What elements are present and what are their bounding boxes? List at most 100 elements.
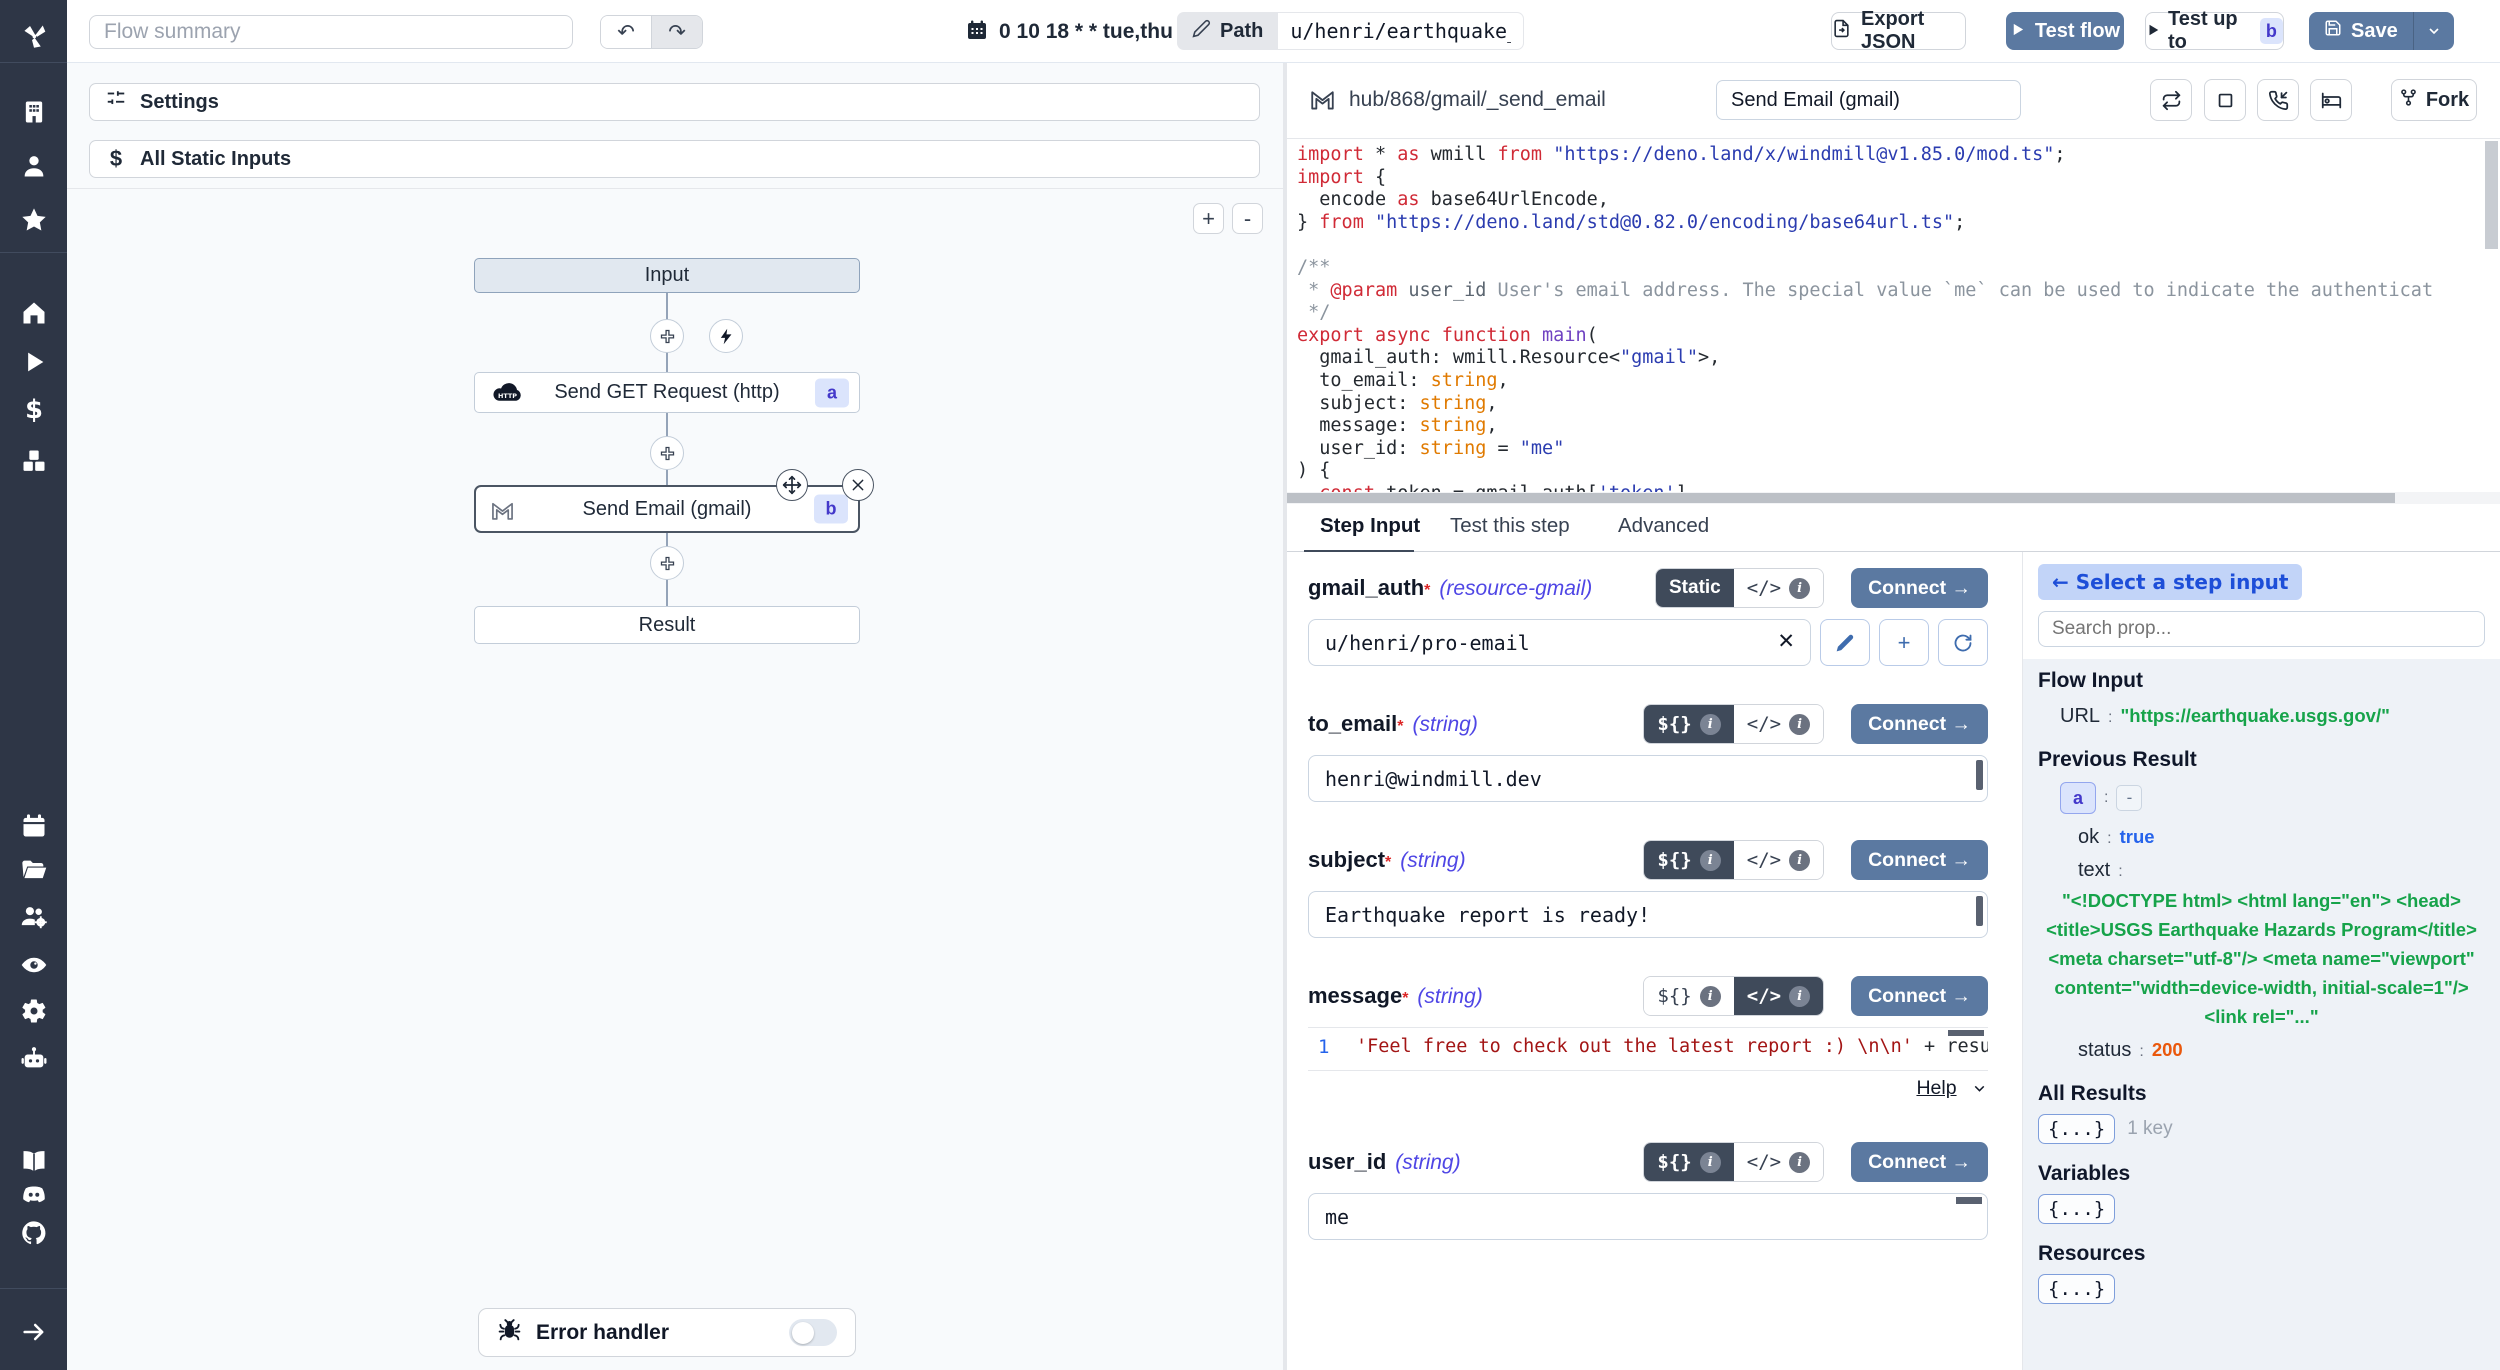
flow-summary-input[interactable] — [89, 15, 573, 49]
edit-resource-button[interactable] — [1820, 619, 1870, 666]
template-mode-button[interactable]: ${}i — [1644, 705, 1733, 743]
add-resource-button[interactable]: + — [1879, 619, 1929, 666]
prop-row-text[interactable]: text: — [2038, 859, 2485, 882]
clear-icon[interactable]: ✕ — [1777, 629, 1795, 654]
template-mode-button[interactable]: ${}i — [1644, 841, 1733, 879]
docs-book-icon[interactable] — [20, 1147, 48, 1175]
code-mode-button[interactable]: </>i — [1734, 1143, 1823, 1181]
template-mode-button[interactable]: ${}i — [1644, 977, 1733, 1015]
add-step-button[interactable] — [650, 546, 684, 580]
prop-row-url[interactable]: URL:"https://earthquake.usgs.gov/" — [2038, 701, 2485, 730]
code-vertical-scrollbar[interactable] — [2485, 141, 2498, 249]
resources-expand-button[interactable]: {...} — [2038, 1274, 2115, 1304]
variables-expand-button[interactable]: {...} — [2038, 1194, 2115, 1224]
help-link[interactable]: Help — [1916, 1077, 1956, 1099]
textarea-scrollbar[interactable] — [1976, 760, 1983, 790]
subject-input[interactable] — [1308, 891, 1988, 938]
save-dropdown-button[interactable] — [2413, 12, 2454, 50]
error-handler-toggle[interactable] — [789, 1319, 837, 1346]
connect-button[interactable]: Connect → — [1851, 840, 1988, 880]
save-button[interactable]: Save — [2309, 12, 2413, 50]
static-mode-button[interactable]: Static — [1656, 569, 1734, 607]
tab-step-input[interactable]: Step Input — [1320, 514, 1420, 538]
code-mode-button[interactable]: </>i — [1734, 977, 1823, 1015]
schedules-calendar-icon[interactable] — [20, 812, 48, 840]
ok-value: true — [2120, 826, 2155, 847]
gmail-auth-resource-input[interactable] — [1308, 619, 1811, 666]
connect-button[interactable]: Connect → — [1851, 976, 1988, 1016]
all-results-expand-button[interactable]: {...} — [2038, 1114, 2115, 1144]
workspace-building-icon[interactable] — [20, 98, 48, 126]
connect-button[interactable]: Connect → — [1851, 1142, 1988, 1182]
refresh-resource-button[interactable] — [1938, 619, 1988, 666]
variables-dollar-icon[interactable]: $ — [20, 396, 48, 424]
textarea-scrollbar[interactable] — [1976, 896, 1983, 926]
template-mode-button[interactable]: ${}i — [1644, 1143, 1733, 1181]
flow-settings-bar[interactable]: Settings — [89, 83, 1260, 121]
code-mode-button[interactable]: </>i — [1734, 841, 1823, 879]
resources-boxes-icon[interactable] — [20, 447, 48, 475]
move-step-button[interactable] — [776, 469, 808, 501]
code-mode-button[interactable]: </>i — [1734, 705, 1823, 743]
export-json-button[interactable]: Export JSON — [1831, 12, 1966, 50]
home-icon[interactable] — [20, 299, 48, 327]
prop-row-status[interactable]: status:200 — [2038, 1039, 2485, 1062]
schedule-display[interactable]: 0 10 18 * * tue,thu — [965, 15, 1173, 49]
path-input[interactable] — [1278, 12, 1524, 50]
undo-button[interactable]: ↶ — [601, 16, 651, 48]
code-editor[interactable]: import * as wmill from "https://deno.lan… — [1287, 138, 2500, 493]
chevron-down-icon[interactable] — [1971, 1080, 1988, 1097]
delete-step-button[interactable] — [842, 469, 874, 501]
user-id-input[interactable] — [1308, 1193, 1988, 1240]
runs-play-icon[interactable] — [20, 348, 48, 376]
code-mode-button[interactable]: </>i — [1734, 569, 1823, 607]
code-horizontal-scrollbar[interactable] — [1287, 492, 2500, 504]
prop-row-a[interactable]: a : - — [2038, 782, 2485, 814]
discord-icon[interactable] — [20, 1181, 48, 1209]
error-handler-bar[interactable]: Error handler — [478, 1308, 856, 1357]
flow-node-get-request[interactable]: HTTP Send GET Request (http) a — [474, 372, 860, 413]
path-button[interactable]: Path — [1177, 12, 1278, 50]
hub-script-path[interactable]: hub/868/gmail/_send_email — [1349, 88, 1606, 112]
github-icon[interactable] — [20, 1219, 48, 1247]
test-flow-button[interactable]: Test flow — [2006, 12, 2124, 50]
bot-icon[interactable] — [20, 1044, 48, 1072]
phone-incoming-icon-button[interactable] — [2257, 79, 2299, 121]
step-name-input[interactable] — [1716, 80, 2021, 120]
collapse-button[interactable]: - — [2116, 785, 2142, 811]
trigger-zap-button[interactable] — [709, 319, 743, 353]
text-value[interactable]: "<!DOCTYPE html> <html lang="en"> <head>… — [2038, 886, 2485, 1031]
select-step-input-pill[interactable]: ← Select a step input — [2038, 564, 2302, 600]
test-up-to-button[interactable]: Test up to b — [2145, 12, 2284, 50]
settings-gear-icon[interactable] — [20, 997, 48, 1025]
add-step-button[interactable] — [650, 436, 684, 470]
square-icon-button[interactable] — [2204, 79, 2246, 121]
search-prop-input[interactable] — [2038, 611, 2485, 647]
zoom-in-button[interactable]: + — [1193, 203, 1224, 234]
favorites-star-icon[interactable] — [20, 206, 48, 234]
flow-node-input[interactable]: Input — [474, 258, 860, 293]
add-step-button[interactable] — [650, 319, 684, 353]
to-email-input[interactable] — [1308, 755, 1988, 802]
editor-scrollbar[interactable] — [1948, 1030, 1984, 1036]
message-code-editor[interactable]: 1 'Feel free to check out the latest rep… — [1308, 1027, 1988, 1071]
connect-button[interactable]: Connect → — [1851, 704, 1988, 744]
all-static-inputs-bar[interactable]: $ All Static Inputs — [89, 140, 1260, 178]
zoom-out-button[interactable]: - — [1232, 203, 1263, 234]
prop-row-ok[interactable]: ok:true — [2038, 826, 2485, 849]
connect-button[interactable]: Connect → — [1851, 568, 1988, 608]
audit-eye-icon[interactable] — [20, 951, 48, 979]
repeat-icon-button[interactable] — [2150, 79, 2192, 121]
flow-node-result[interactable]: Result — [474, 606, 860, 644]
collapse-arrow-right-icon[interactable] — [20, 1318, 48, 1346]
tab-advanced[interactable]: Advanced — [1618, 514, 1709, 538]
textarea-scrollbar[interactable] — [1956, 1197, 1982, 1204]
fork-button[interactable]: Fork — [2391, 79, 2477, 121]
windmill-logo-icon[interactable] — [20, 22, 48, 50]
redo-button[interactable]: ↷ — [651, 16, 702, 48]
user-icon[interactable] — [20, 152, 48, 180]
groups-gear-icon[interactable] — [20, 903, 48, 931]
folders-icon[interactable] — [20, 856, 48, 884]
tab-test-this-step[interactable]: Test this step — [1450, 514, 1570, 538]
bed-icon-button[interactable] — [2310, 79, 2352, 121]
